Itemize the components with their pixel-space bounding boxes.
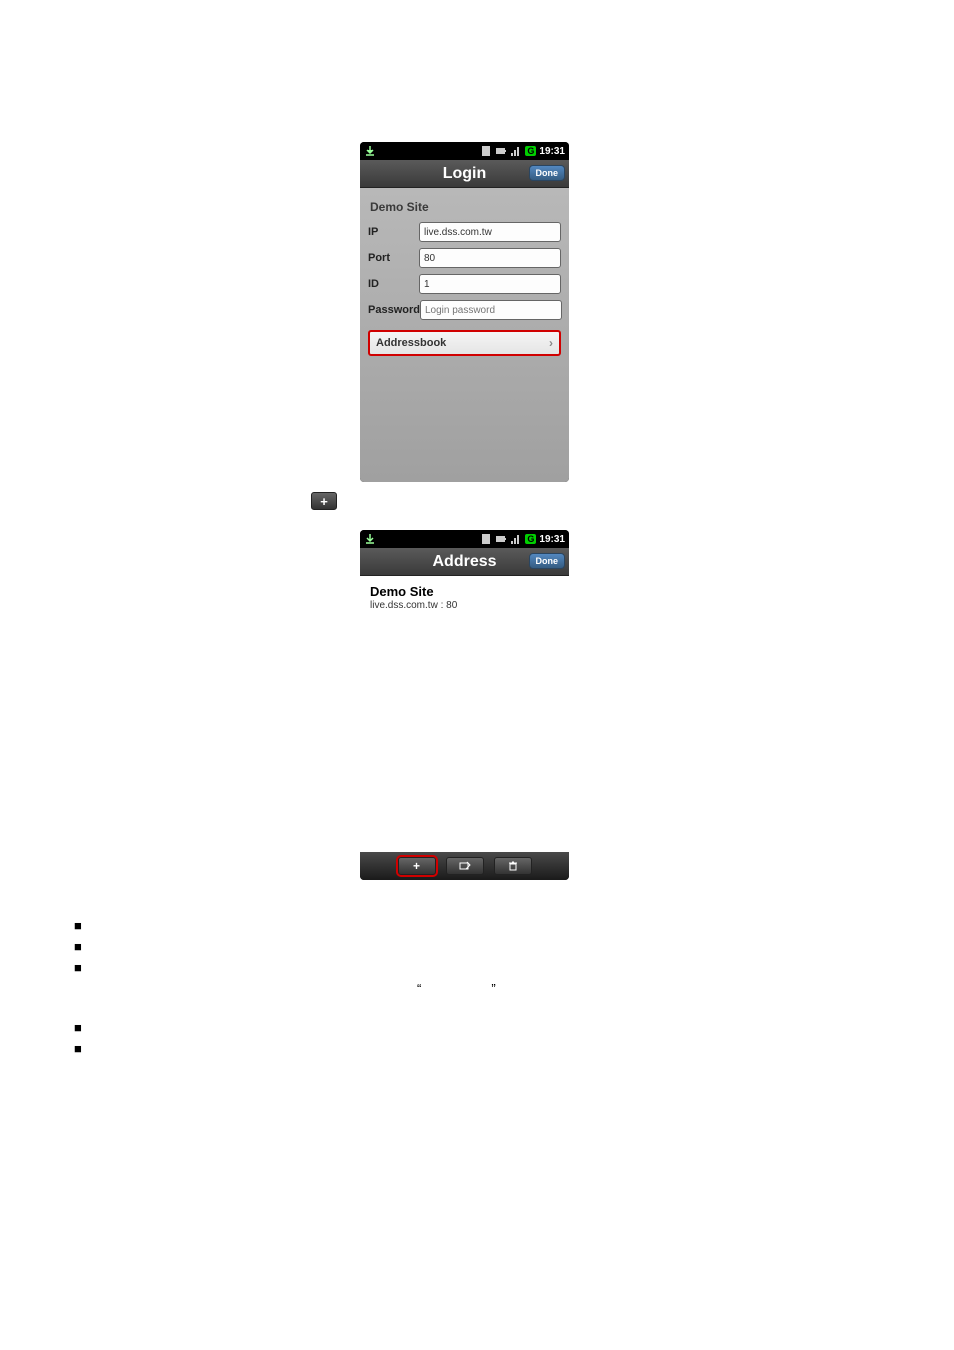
id-input[interactable]	[419, 274, 561, 294]
address-title: Address	[432, 553, 496, 571]
battery-icon	[495, 145, 507, 157]
login-body: Demo Site IP Port ID Password Addressboo…	[360, 188, 569, 482]
port-input[interactable]	[419, 248, 561, 268]
edit-button[interactable]	[446, 857, 484, 875]
login-title: Login	[443, 165, 487, 183]
form-row-port: Port	[368, 248, 561, 268]
bullet-1: ■	[74, 918, 82, 933]
battery-icon	[495, 533, 507, 545]
done-button[interactable]: Done	[529, 165, 566, 181]
bullet-2: ■	[74, 939, 82, 954]
form-row-password: Password	[368, 300, 561, 320]
download-icon	[364, 533, 376, 545]
login-header: Login Done	[360, 160, 569, 188]
signal-icon	[510, 145, 522, 157]
status-bar-address: G 19:31	[360, 530, 569, 548]
quote-marks: “ ”	[417, 981, 496, 996]
network-g-badge: G	[525, 146, 536, 156]
status-time: 19:31	[539, 534, 565, 545]
edit-icon	[459, 861, 471, 871]
form-row-ip: IP	[368, 222, 561, 242]
trash-icon	[508, 861, 518, 871]
delete-button[interactable]	[494, 857, 532, 875]
phone-address-screen: G 19:31 Address Done Demo Site live.dss.…	[360, 530, 569, 880]
status-time: 19:31	[539, 146, 565, 157]
bullet-4: ■	[74, 1020, 82, 1035]
sim-icon	[480, 533, 492, 545]
bullet-3: ■	[74, 960, 82, 975]
address-item-sub: live.dss.com.tw : 80	[370, 600, 559, 611]
address-bottom-bar: +	[360, 852, 569, 880]
address-body: Demo Site live.dss.com.tw : 80	[360, 576, 569, 852]
ip-input[interactable]	[419, 222, 561, 242]
bullet-5: ■	[74, 1041, 82, 1056]
open-quote: “	[417, 981, 421, 996]
form-row-id: ID	[368, 274, 561, 294]
signal-icon	[510, 533, 522, 545]
plus-button-inline[interactable]: +	[311, 492, 337, 510]
address-header: Address Done	[360, 548, 569, 576]
addressbook-label: Addressbook	[376, 337, 446, 349]
password-label: Password	[368, 304, 420, 316]
address-item-name[interactable]: Demo Site	[370, 584, 559, 599]
id-label: ID	[368, 278, 419, 290]
sim-icon	[480, 145, 492, 157]
port-label: Port	[368, 252, 419, 264]
add-button[interactable]: +	[398, 857, 436, 875]
password-input[interactable]	[420, 300, 562, 320]
ip-label: IP	[368, 226, 419, 238]
network-g-badge: G	[525, 534, 536, 544]
download-icon	[364, 145, 376, 157]
phone-login-screen: G 19:31 Login Done Demo Site IP Port ID …	[360, 142, 569, 482]
addressbook-row[interactable]: Addressbook ›	[368, 330, 561, 356]
status-bar: G 19:31	[360, 142, 569, 160]
chevron-right-icon: ›	[549, 336, 553, 350]
done-button-address[interactable]: Done	[529, 553, 566, 569]
login-section-title: Demo Site	[370, 200, 561, 214]
close-quote: ”	[491, 981, 495, 996]
